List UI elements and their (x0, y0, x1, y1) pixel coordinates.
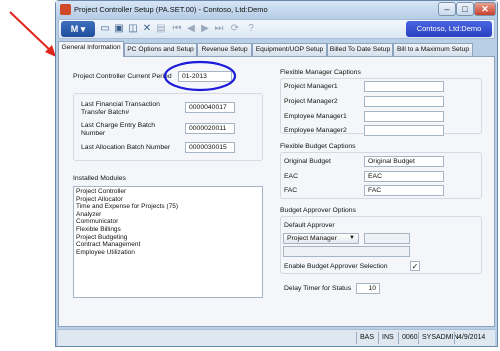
last-icon[interactable]: ⏭ (213, 23, 225, 35)
last-charge-batch-field[interactable]: 0000020011 (185, 123, 235, 134)
last-alloc-batch-field[interactable]: 0000030015 (185, 142, 235, 153)
delete-icon[interactable]: ✕ (141, 23, 153, 35)
list-item: Time and Expense for Projects (75) (76, 203, 178, 211)
default-approver-dropdown[interactable]: Project Manager ▼ (283, 233, 359, 244)
list-item: Project Controller (76, 188, 127, 195)
save-icon[interactable]: ▣ (113, 23, 125, 35)
tab-general-information[interactable]: General Information (58, 41, 124, 57)
original-budget-field[interactable]: Original Budget (364, 156, 444, 167)
maximize-button[interactable]: □ (456, 2, 474, 16)
save-copy-icon[interactable]: ◫ (127, 23, 139, 35)
tab-revenue-setup[interactable]: Revenue Setup (197, 43, 252, 56)
fac-field[interactable]: FAC (364, 185, 444, 196)
tab-pc-options-and-setup[interactable]: PC Options and Setup (124, 43, 197, 56)
close-button[interactable]: ✕ (474, 2, 496, 16)
list-item: Project Budgeting (76, 233, 128, 241)
list-item: Analyzer (76, 210, 102, 218)
tab-bill-to-maximum-setup[interactable]: Bill to a Maximum Setup (393, 43, 473, 56)
project-manager2-field[interactable] (364, 96, 444, 107)
help-icon[interactable]: ? (245, 23, 257, 35)
status-mode: BAS (356, 332, 380, 344)
employee-manager1-field[interactable] (364, 111, 444, 122)
chevron-down-icon: ▼ (349, 235, 355, 241)
company-badge[interactable]: Contoso, Ltd:Demo (406, 21, 492, 37)
list-item: Contract Management (76, 241, 141, 249)
status-user: SYSADMIN (418, 332, 459, 344)
installed-modules-label: Installed Modules (73, 175, 126, 182)
status-bar: BAS INS 0060 SYSADMIN 4/9/2014 (58, 329, 495, 346)
project-manager1-field[interactable] (364, 81, 444, 92)
cancel-icon[interactable]: ▤ (155, 23, 167, 35)
approver-name-field (283, 246, 410, 257)
installed-modules-list[interactable]: Project Controller Project Allocator Tim… (73, 186, 263, 298)
last-fin-batch-label: Last Financial Transaction Transfer Batc… (81, 101, 160, 116)
list-item: Communicator (76, 218, 119, 226)
general-information-panel: Project Controller Current Period 01-201… (58, 56, 495, 327)
tab-bar: General Information PC Options and Setup… (58, 41, 495, 57)
status-date: 4/9/2014 (454, 332, 494, 344)
title-bar: Project Controller Setup (PA.SET.00) - C… (56, 1, 497, 18)
employee-manager2-field[interactable] (364, 125, 444, 136)
annotation-circle (163, 60, 237, 92)
default-approver-extra-field (364, 233, 410, 244)
original-budget-label: Original Budget (284, 158, 331, 165)
status-ins: INS (378, 332, 400, 344)
menu-button[interactable]: M ▾ (61, 21, 95, 37)
eac-label: EAC (284, 173, 298, 180)
project-controller-setup-window: Project Controller Setup (PA.SET.00) - C… (55, 0, 498, 347)
window-title: Project Controller Setup (PA.SET.00) - C… (74, 5, 268, 14)
tab-equipment-uop-setup[interactable]: Equipment/UOP Setup (252, 43, 327, 56)
toolbar: M ▾ ▭ ▣ ◫ ✕ ▤ ⏮ ◀ ▶ ⏭ ⟳ ? Contoso, Ltd:D… (58, 19, 495, 39)
next-icon[interactable]: ▶ (199, 23, 211, 35)
last-alloc-batch-label: Last Allocation Batch Number (81, 144, 171, 151)
status-code: 0060 (398, 332, 420, 344)
list-item: Project Allocator (76, 195, 123, 203)
eac-field[interactable]: EAC (364, 171, 444, 182)
budget-captions-label: Flexible Budget Captions (280, 143, 356, 150)
project-manager2-label: Project Manager2 (284, 98, 338, 105)
fac-label: FAC (284, 187, 298, 194)
app-icon (60, 4, 71, 15)
enable-approver-label: Enable Budget Approver Selection (284, 263, 388, 270)
tab-billed-to-date-setup[interactable]: Billed To Date Setup (327, 43, 393, 56)
budget-approver-label: Budget Approver Options (280, 207, 356, 214)
manager-captions-label: Flexible Manager Captions (280, 69, 361, 76)
employee-manager1-label: Employee Manager1 (284, 113, 347, 120)
employee-manager2-label: Employee Manager2 (284, 127, 347, 134)
first-icon[interactable]: ⏮ (171, 23, 183, 35)
delay-timer-label: Delay Timer for Status (284, 285, 352, 292)
current-period-label: Project Controller Current Period (73, 73, 172, 80)
list-item: Employee Utilization (76, 248, 135, 256)
delay-timer-field[interactable]: 10 (356, 283, 380, 294)
new-document-icon[interactable]: ▭ (99, 23, 111, 35)
enable-approver-checkbox[interactable]: ✓ (410, 261, 420, 271)
default-approver-value: Project Manager (287, 235, 337, 242)
minimize-button[interactable]: – (438, 2, 456, 16)
project-manager1-label: Project Manager1 (284, 83, 338, 90)
previous-icon[interactable]: ◀ (185, 23, 197, 35)
default-approver-label: Default Approver (284, 222, 335, 229)
list-item: Flexible Billings (76, 225, 121, 233)
last-fin-batch-field[interactable]: 0000040017 (185, 102, 235, 113)
last-charge-batch-label: Last Charge Entry Batch Number (81, 122, 156, 137)
refresh-icon[interactable]: ⟳ (229, 23, 241, 35)
